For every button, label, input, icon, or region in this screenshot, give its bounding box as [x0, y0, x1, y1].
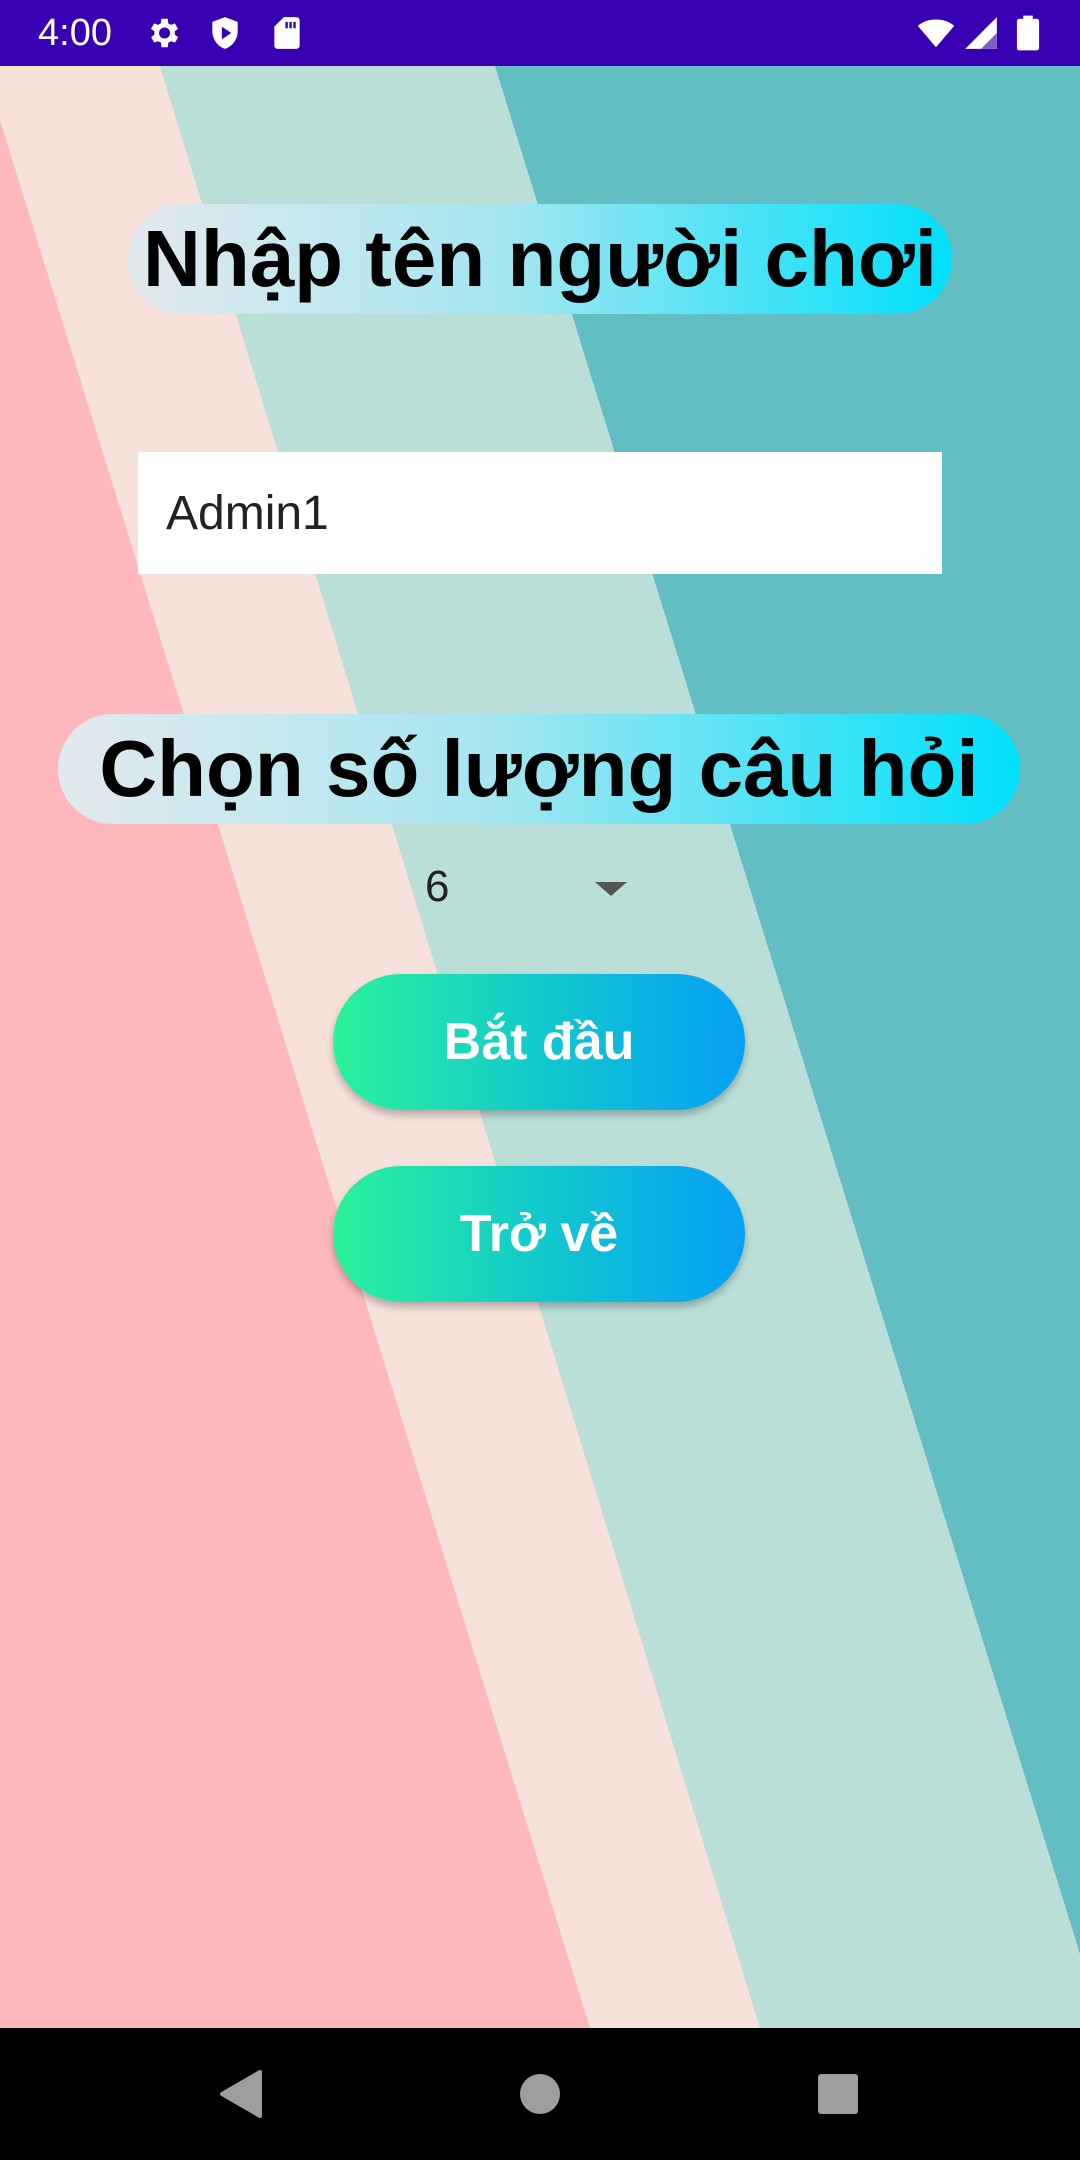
start-button[interactable]: Bắt đầu [333, 974, 745, 1110]
dropdown-arrow-icon [595, 882, 627, 896]
app-screen: 4:00 Nhập tên người chơi Admin1 Chọn số … [0, 0, 1080, 2160]
back-button[interactable]: Trở về [333, 1166, 745, 1302]
player-name-input[interactable] [138, 452, 942, 574]
question-count-value: 6 [425, 862, 450, 911]
settings-icon [150, 18, 179, 48]
navigation-bar [0, 2028, 1080, 2160]
status-time: 4:00 [38, 12, 112, 54]
main-content: Nhập tên người chơi Chọn số lượng câu hỏ… [0, 66, 1080, 2028]
player-name-title: Nhập tên người chơi [128, 204, 952, 314]
status-bar: 4:00 [0, 0, 1080, 66]
battery-icon [1016, 15, 1040, 51]
wifi-icon [917, 19, 955, 48]
shield-play-icon [212, 17, 238, 49]
home-icon[interactable] [510, 2064, 570, 2124]
sd-card-icon [274, 17, 300, 49]
back-icon[interactable] [210, 2064, 270, 2124]
question-count-title: Chọn số lượng câu hỏi [58, 714, 1020, 824]
signal-icon [965, 17, 997, 49]
question-count-dropdown[interactable]: 6 [405, 852, 645, 924]
recents-icon[interactable] [808, 2064, 868, 2124]
